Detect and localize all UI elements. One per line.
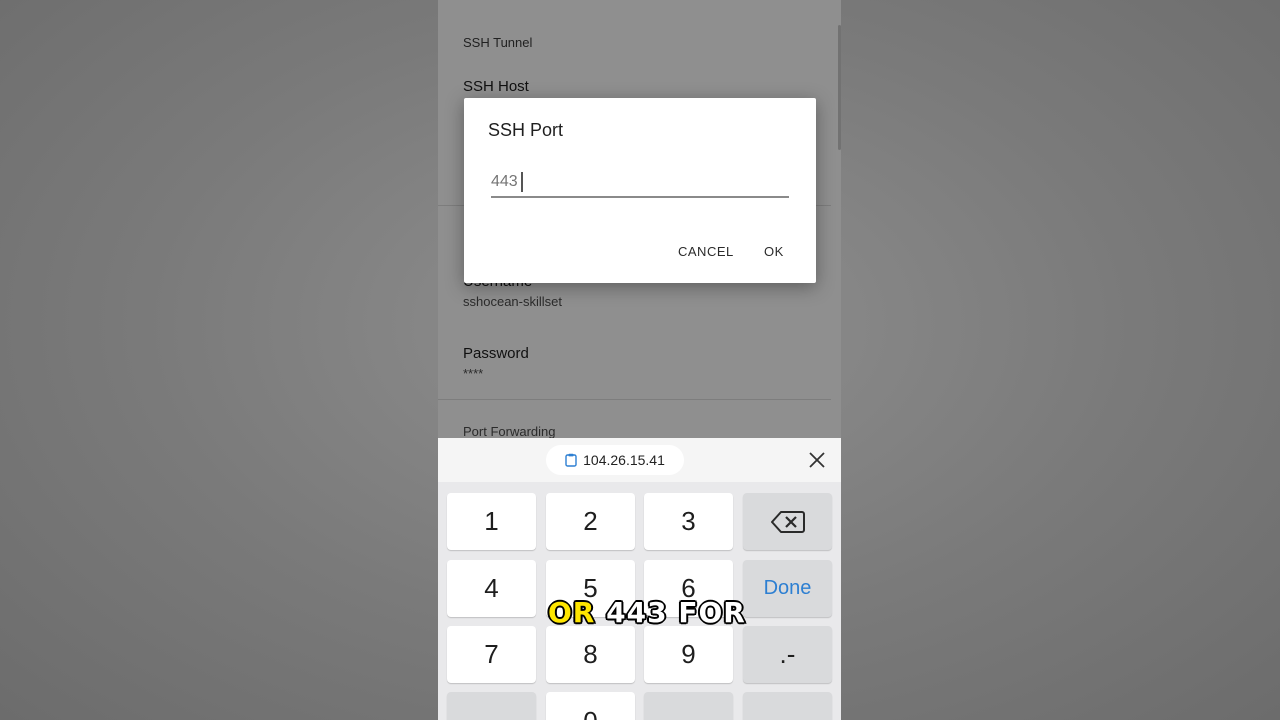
backspace-key[interactable] — [743, 493, 832, 550]
empty-key[interactable] — [447, 692, 536, 720]
empty-key[interactable] — [644, 692, 733, 720]
dot-dash-key[interactable]: .- — [743, 626, 832, 683]
cancel-button[interactable]: CANCEL — [678, 244, 734, 259]
clipboard-suggestion[interactable]: 104.26.15.41 — [546, 445, 684, 475]
caption-highlight: OR — [546, 595, 596, 631]
clipboard-text: 104.26.15.41 — [583, 452, 665, 468]
key-8[interactable]: 8 — [546, 626, 635, 683]
ok-button[interactable]: OK — [764, 244, 784, 259]
empty-key[interactable] — [743, 692, 832, 720]
port-input[interactable] — [491, 168, 789, 198]
caption-text: 443 FOR — [605, 595, 747, 631]
numeric-keyboard: 104.26.15.41 1 2 3 4 5 6 Done 7 8 9 .- — [438, 438, 841, 720]
key-3[interactable]: 3 — [644, 493, 733, 550]
key-2[interactable]: 2 — [546, 493, 635, 550]
ssh-port-dialog: SSH Port CANCEL OK — [464, 98, 816, 283]
key-1[interactable]: 1 — [447, 493, 536, 550]
text-caret — [521, 172, 523, 192]
video-caption: OR 443 FOR — [546, 595, 747, 631]
dialog-title: SSH Port — [488, 120, 564, 140]
key-9[interactable]: 9 — [644, 626, 733, 683]
key-7[interactable]: 7 — [447, 626, 536, 683]
keyboard-toolbar: 104.26.15.41 — [438, 438, 841, 482]
clipboard-icon — [565, 453, 577, 467]
key-4[interactable]: 4 — [447, 560, 536, 617]
done-key[interactable]: Done — [743, 560, 832, 617]
backspace-icon — [770, 510, 805, 533]
close-icon[interactable] — [808, 451, 826, 469]
key-0[interactable]: 0 — [546, 692, 635, 720]
